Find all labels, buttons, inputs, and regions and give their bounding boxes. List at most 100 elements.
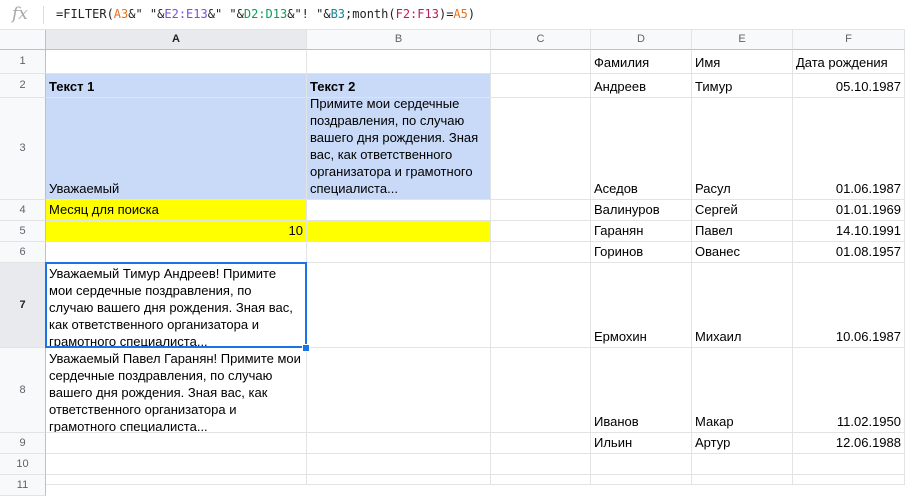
- cell-b3[interactable]: Примите мои сердечные поздравления, по с…: [307, 98, 491, 200]
- column-header-b[interactable]: B: [307, 30, 491, 50]
- cell-d3[interactable]: Аседов: [591, 98, 692, 200]
- fill-handle[interactable]: [302, 344, 310, 352]
- row-header-8[interactable]: 8: [0, 348, 46, 433]
- cell-d4[interactable]: Валинуров: [591, 200, 692, 221]
- cell-d2[interactable]: Андреев: [591, 74, 692, 98]
- cell-b1[interactable]: [307, 50, 491, 74]
- cell-b9[interactable]: [307, 433, 491, 454]
- formula-text: =FILTER(: [56, 7, 114, 21]
- formula-range-ref: F2:F13: [395, 7, 439, 21]
- cell-c11[interactable]: [491, 475, 591, 485]
- cell-f7[interactable]: 10.06.1987: [793, 263, 905, 348]
- cell-e1[interactable]: Имя: [692, 50, 793, 74]
- cell-d8[interactable]: Иванов: [591, 348, 692, 433]
- row-header-2[interactable]: 2: [0, 74, 46, 98]
- cell-c1[interactable]: [491, 50, 591, 74]
- cell-a6[interactable]: [46, 242, 307, 263]
- cell-a10[interactable]: [46, 454, 307, 475]
- cell-f4[interactable]: 01.01.1969: [793, 200, 905, 221]
- cell-e5[interactable]: Павел: [692, 221, 793, 242]
- cell-a4[interactable]: Месяц для поиска: [46, 200, 307, 221]
- cell-a2[interactable]: Текст 1: [46, 74, 307, 98]
- cell-c10[interactable]: [491, 454, 591, 475]
- cell-e4[interactable]: Сергей: [692, 200, 793, 221]
- column-header-d[interactable]: D: [591, 30, 692, 50]
- cell-c2[interactable]: [491, 74, 591, 98]
- cell-c3[interactable]: [491, 98, 591, 200]
- cell-e11[interactable]: [692, 475, 793, 485]
- cell-e6[interactable]: Ованес: [692, 242, 793, 263]
- cell-b5[interactable]: [307, 221, 491, 242]
- formula-input[interactable]: =FILTER(A3&" "&E2:E13&" "&D2:D13&"! "&B3…: [56, 7, 475, 21]
- formula-text: &" "&: [128, 7, 165, 21]
- cell-a5[interactable]: 10: [46, 221, 307, 242]
- cell-b2[interactable]: Текст 2: [307, 74, 491, 98]
- cell-d10[interactable]: [591, 454, 692, 475]
- cell-f9[interactable]: 12.06.1988: [793, 433, 905, 454]
- row-header-9[interactable]: 9: [0, 433, 46, 454]
- cell-f2[interactable]: 05.10.1987: [793, 74, 905, 98]
- formula-range-ref: A5: [453, 7, 468, 21]
- cell-f1[interactable]: Дата рождения: [793, 50, 905, 74]
- cell-d5[interactable]: Гаранян: [591, 221, 692, 242]
- row-header-1[interactable]: 1: [0, 50, 46, 74]
- row-header-4[interactable]: 4: [0, 200, 46, 221]
- cell-e8[interactable]: Макар: [692, 348, 793, 433]
- cell-e2[interactable]: Тимур: [692, 74, 793, 98]
- cell-e7[interactable]: Михаил: [692, 263, 793, 348]
- column-header-a[interactable]: A: [46, 30, 307, 50]
- cell-f3[interactable]: 01.06.1987: [793, 98, 905, 200]
- cell-b7[interactable]: [307, 263, 491, 348]
- row-header-3[interactable]: 3: [0, 98, 46, 200]
- cell-c6[interactable]: [491, 242, 591, 263]
- row-header-11[interactable]: 11: [0, 475, 46, 496]
- cell-a8[interactable]: Уважаемый Павел Гаранян! Примите мои сер…: [46, 348, 307, 433]
- cell-a1[interactable]: [46, 50, 307, 74]
- cell-e3[interactable]: Расул: [692, 98, 793, 200]
- formula-bar: fx =FILTER(A3&" "&E2:E13&" "&D2:D13&"! "…: [0, 0, 905, 30]
- cell-e10[interactable]: [692, 454, 793, 475]
- cell-d11[interactable]: [591, 475, 692, 485]
- cell-b8[interactable]: [307, 348, 491, 433]
- cell-c7[interactable]: [491, 263, 591, 348]
- cell-a9[interactable]: [46, 433, 307, 454]
- cell-d6[interactable]: Горинов: [591, 242, 692, 263]
- formula-text: ;month(: [345, 7, 396, 21]
- cell-b6[interactable]: [307, 242, 491, 263]
- row-header-7[interactable]: 7: [0, 263, 46, 348]
- cell-a3[interactable]: Уважаемый: [46, 98, 307, 200]
- cell-c8[interactable]: [491, 348, 591, 433]
- cell-b11[interactable]: [307, 475, 491, 485]
- formula-range-ref: A3: [113, 7, 129, 21]
- row-header-6[interactable]: 6: [0, 242, 46, 263]
- row-header-5[interactable]: 5: [0, 221, 46, 242]
- select-all-corner[interactable]: [0, 30, 46, 50]
- cell-d9[interactable]: Ильин: [591, 433, 692, 454]
- cell-f5[interactable]: 14.10.1991: [793, 221, 905, 242]
- cell-c5[interactable]: [491, 221, 591, 242]
- formula-text: )=: [438, 7, 454, 21]
- column-header-f[interactable]: F: [793, 30, 905, 50]
- cell-d7[interactable]: Ермохин: [591, 263, 692, 348]
- cell-f11[interactable]: [793, 475, 905, 485]
- cell-b10[interactable]: [307, 454, 491, 475]
- cell-d1[interactable]: Фамилия: [591, 50, 692, 74]
- cell-a7[interactable]: Уважаемый Тимур Андреев! Примите мои сер…: [46, 263, 307, 348]
- cell-c9[interactable]: [491, 433, 591, 454]
- cell-b4[interactable]: [307, 200, 491, 221]
- cell-f6[interactable]: 01.08.1957: [793, 242, 905, 263]
- formula-bar-divider: [43, 6, 44, 24]
- spreadsheet-grid: A B C D E F 1 2 3 4 5 6 7 8 9 10 11 Фами…: [0, 30, 905, 496]
- fx-icon: fx: [12, 4, 28, 24]
- cell-e9[interactable]: Артур: [692, 433, 793, 454]
- cell-a11[interactable]: [46, 475, 307, 485]
- column-header-c[interactable]: C: [491, 30, 591, 50]
- formula-range-ref: B3: [330, 7, 346, 21]
- cell-c4[interactable]: [491, 200, 591, 221]
- formula-range-ref: D2:D13: [243, 7, 288, 21]
- formula-text: &" "&: [207, 7, 244, 21]
- cell-f10[interactable]: [793, 454, 905, 475]
- column-header-e[interactable]: E: [692, 30, 793, 50]
- row-header-10[interactable]: 10: [0, 454, 46, 475]
- cell-f8[interactable]: 11.02.1950: [793, 348, 905, 433]
